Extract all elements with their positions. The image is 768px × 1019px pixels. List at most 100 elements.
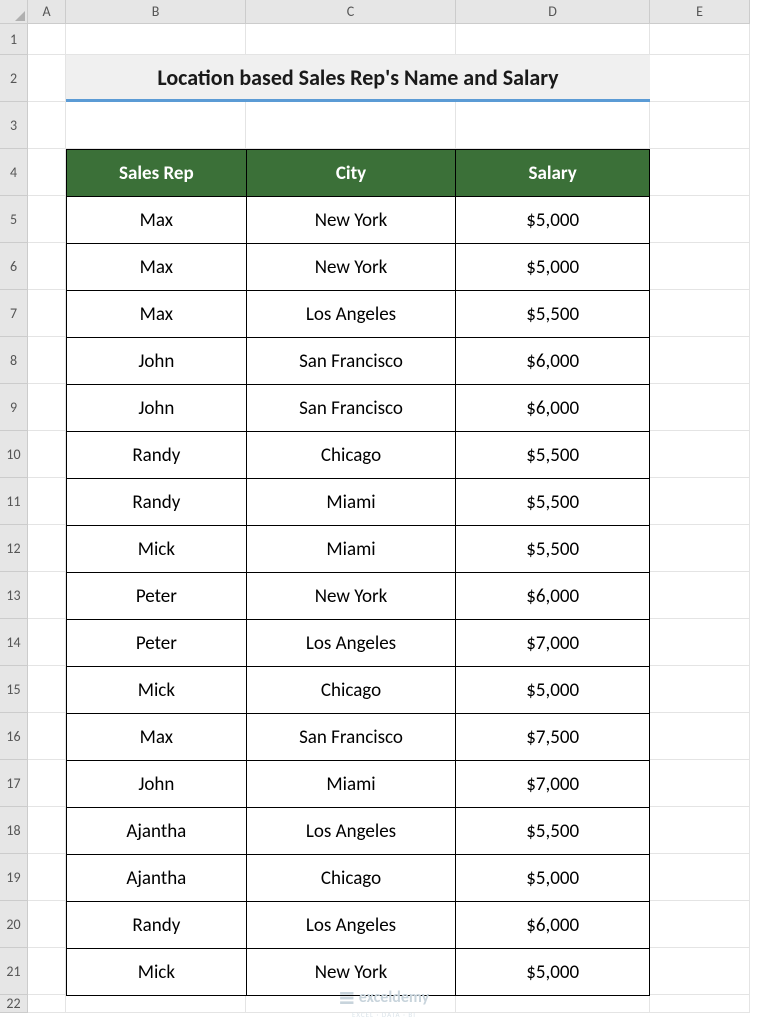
row-header-10[interactable]: 10	[0, 431, 28, 478]
select-all-corner[interactable]	[0, 0, 28, 24]
cell-city[interactable]: New York	[246, 573, 456, 620]
cell-city[interactable]: New York	[246, 197, 456, 244]
cell[interactable]	[28, 55, 66, 102]
cell-salary[interactable]: $5,500	[456, 432, 650, 479]
cell[interactable]	[28, 807, 66, 854]
cell-rep[interactable]: Randy	[67, 432, 247, 479]
cell-city[interactable]: San Francisco	[246, 338, 456, 385]
row-header-22[interactable]: 22	[0, 995, 28, 1013]
cell-rep[interactable]: John	[67, 338, 247, 385]
cell-city[interactable]: New York	[246, 244, 456, 291]
cell-rep[interactable]: John	[67, 385, 247, 432]
cell-salary[interactable]: $6,000	[456, 385, 650, 432]
cell-rep[interactable]: Ajantha	[67, 855, 247, 902]
cell[interactable]	[28, 196, 66, 243]
row-header-11[interactable]: 11	[0, 478, 28, 525]
cell-city[interactable]: Chicago	[246, 855, 456, 902]
cell-salary[interactable]: $5,500	[456, 808, 650, 855]
cell-salary[interactable]: $5,000	[456, 855, 650, 902]
cell-city[interactable]: Los Angeles	[246, 291, 456, 338]
row-header-17[interactable]: 17	[0, 760, 28, 807]
cell-city[interactable]: Chicago	[246, 432, 456, 479]
row-header-1[interactable]: 1	[0, 24, 28, 55]
cell-city[interactable]: San Francisco	[246, 714, 456, 761]
cell-salary[interactable]: $5,500	[456, 479, 650, 526]
cell-salary[interactable]: $5,000	[456, 244, 650, 291]
cell[interactable]	[28, 948, 66, 995]
row-header-18[interactable]: 18	[0, 807, 28, 854]
row-header-15[interactable]: 15	[0, 666, 28, 713]
cell[interactable]	[66, 995, 246, 1013]
cell[interactable]	[28, 666, 66, 713]
cell-rep[interactable]: Ajantha	[67, 808, 247, 855]
cell[interactable]	[28, 713, 66, 760]
row-header-20[interactable]: 20	[0, 901, 28, 948]
row-header-19[interactable]: 19	[0, 854, 28, 901]
header-sales-rep[interactable]: Sales Rep	[67, 150, 247, 197]
header-city[interactable]: City	[246, 150, 456, 197]
col-header-A[interactable]: A	[28, 0, 66, 24]
cell-salary[interactable]: $7,000	[456, 620, 650, 667]
row-header-14[interactable]: 14	[0, 619, 28, 666]
cell-city[interactable]: Los Angeles	[246, 620, 456, 667]
cell[interactable]	[28, 290, 66, 337]
cell-salary[interactable]: $5,000	[456, 949, 650, 996]
row-header-9[interactable]: 9	[0, 384, 28, 431]
col-header-E[interactable]: E	[650, 0, 750, 24]
cell-salary[interactable]: $7,500	[456, 714, 650, 761]
header-salary[interactable]: Salary	[456, 150, 650, 197]
cell[interactable]	[28, 478, 66, 525]
cell-salary[interactable]: $6,000	[456, 338, 650, 385]
cell-city[interactable]: Miami	[246, 479, 456, 526]
cell[interactable]	[28, 431, 66, 478]
row-header-12[interactable]: 12	[0, 525, 28, 572]
cell-rep[interactable]: Mick	[67, 949, 247, 996]
cell-rep[interactable]: Max	[67, 291, 247, 338]
cell-city[interactable]: Los Angeles	[246, 808, 456, 855]
cell-salary[interactable]: $5,500	[456, 526, 650, 573]
cell[interactable]	[28, 619, 66, 666]
cell-rep[interactable]: Mick	[67, 526, 247, 573]
cell-city[interactable]: San Francisco	[246, 385, 456, 432]
row-header-3[interactable]: 3	[0, 102, 28, 149]
cell-rep[interactable]: Mick	[67, 667, 247, 714]
cell-rep[interactable]: Max	[67, 197, 247, 244]
row-header-4[interactable]: 4	[0, 149, 28, 196]
cell[interactable]	[28, 854, 66, 901]
cell-city[interactable]: Chicago	[246, 667, 456, 714]
cell-salary[interactable]: $7,000	[456, 761, 650, 808]
row-header-13[interactable]: 13	[0, 572, 28, 619]
cell-salary[interactable]: $5,000	[456, 197, 650, 244]
col-header-B[interactable]: B	[66, 0, 246, 24]
row-header-7[interactable]: 7	[0, 290, 28, 337]
cell[interactable]	[28, 760, 66, 807]
cell[interactable]	[650, 995, 750, 1013]
cell[interactable]	[28, 995, 66, 1013]
cell[interactable]	[28, 24, 66, 55]
cell-rep[interactable]: John	[67, 761, 247, 808]
cell-salary[interactable]: $6,000	[456, 902, 650, 949]
cell-rep[interactable]: Max	[67, 244, 247, 291]
cell-salary[interactable]: $6,000	[456, 573, 650, 620]
row-header-6[interactable]: 6	[0, 243, 28, 290]
cell[interactable]	[456, 995, 650, 1013]
cell[interactable]	[28, 102, 66, 149]
row-header-2[interactable]: 2	[0, 55, 28, 102]
row-header-5[interactable]: 5	[0, 196, 28, 243]
cell-rep[interactable]: Peter	[67, 620, 247, 667]
cell-rep[interactable]: Randy	[67, 902, 247, 949]
cell[interactable]	[28, 149, 66, 196]
cell[interactable]	[28, 337, 66, 384]
cell-salary[interactable]: $5,500	[456, 291, 650, 338]
col-header-D[interactable]: D	[456, 0, 650, 24]
row-header-21[interactable]: 21	[0, 948, 28, 995]
cell-salary[interactable]: $5,000	[456, 667, 650, 714]
col-header-C[interactable]: C	[246, 0, 456, 24]
cell-rep[interactable]: Max	[67, 714, 247, 761]
cell[interactable]	[28, 525, 66, 572]
row-header-16[interactable]: 16	[0, 713, 28, 760]
cell-city[interactable]: Miami	[246, 526, 456, 573]
cell-rep[interactable]: Peter	[67, 573, 247, 620]
cell[interactable]	[28, 572, 66, 619]
cell-city[interactable]: Miami	[246, 761, 456, 808]
